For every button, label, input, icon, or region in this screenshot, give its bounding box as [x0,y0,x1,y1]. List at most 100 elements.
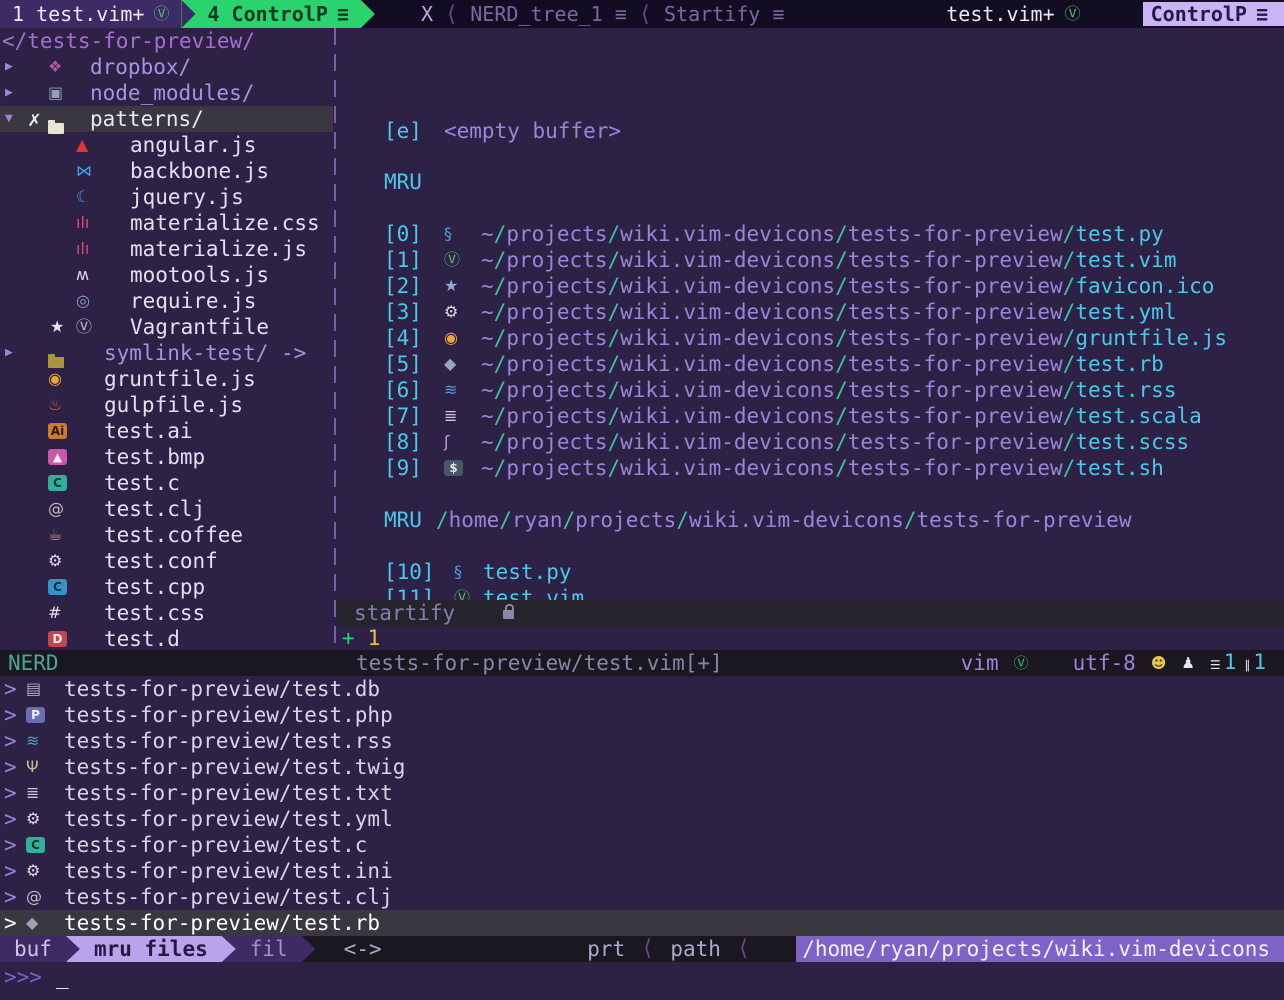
tree-item[interactable]: ☾jquery.js [0,184,333,210]
segment-label: mru files [94,937,208,961]
entry-key: [0] [384,221,422,247]
ruby-icon: ◆ [26,910,38,936]
vim-screen: 1 test.vim+ Ⓥ 4 ControlP ≡ X ⟨ NERD_tree… [0,0,1284,1000]
statusline-filename: tests-for-preview/test.vim[+] [356,650,723,676]
close-icon[interactable]: X [421,2,433,26]
path-segment: ~ [481,404,494,428]
ctrlp-item[interactable]: >⚙tests-for-preview/test.ini [0,858,1284,884]
startify-mru-entry[interactable]: [1]Ⓥ~/projects/wiki.vim-devicons/tests-f… [340,247,1284,273]
ctrlp-item[interactable]: >Ψtests-for-preview/test.twig [0,754,1284,780]
entry-key: [7] [384,403,422,429]
tree-item[interactable]: ▶symlink-test/ -> [0,340,333,366]
tree-item[interactable]: ılımaterialize.js [0,236,333,262]
tree-item[interactable]: @test.clj [0,496,333,522]
path-segment: ~ [481,248,494,272]
row-marker: > [4,780,17,806]
startify-mru-entry[interactable]: [8]ʃ~/projects/wiki.vim-devicons/tests-f… [340,429,1284,455]
prompt-chevrons: >>> [4,965,42,989]
position-value: 1 [1253,650,1266,674]
file-path: ~/projects/wiki.vim-devicons/tests-for-p… [481,247,1176,273]
startify-mru-entry[interactable]: [10]§test.py [340,559,1284,585]
startify-mru-entry[interactable]: [11]Ⓥtest.vim [340,585,1284,600]
angular-icon: ▲ [76,132,88,158]
path-segment: tests-for-preview [848,222,1063,246]
startify-mru-entry[interactable]: [2]★~/projects/wiki.vim-devicons/tests-f… [340,273,1284,299]
startify-mru-entry[interactable]: [9]$~/projects/wiki.vim-devicons/tests-f… [340,455,1284,481]
mode-mru-files[interactable]: mru files [80,936,222,962]
path-separator: / [676,508,689,532]
tab-controlp-right[interactable]: ControlP ≡ [1143,2,1284,26]
ctrlp-item[interactable]: >≋tests-for-preview/test.rss [0,728,1284,754]
tree-item[interactable]: Ctest.c [0,470,333,496]
ctrlp-item[interactable]: >Ctests-for-preview/test.c [0,832,1284,858]
path-segment: projects [506,404,607,428]
window-item-startify[interactable]: Startify [664,2,760,26]
startify-mru-entry[interactable]: [7]≣~/projects/wiki.vim-devicons/tests-f… [340,403,1284,429]
tree-item[interactable]: Dtest.d [0,626,333,650]
window-item-nerdtree[interactable]: NERD_tree_1 [470,2,602,26]
startify-mru-entry[interactable]: [5]◆~/projects/wiki.vim-devicons/tests-f… [340,351,1284,377]
ctrlp-item[interactable]: >≣tests-for-preview/test.txt [0,780,1284,806]
backbone-icon: ⋈ [76,158,92,184]
tab-controlp-active[interactable]: 4 ControlP ≡ [195,0,360,28]
materialize-icon: ılı [76,236,89,262]
mode-buf[interactable]: buf [0,936,66,962]
tree-item[interactable]: ▲angular.js [0,132,333,158]
tree-item[interactable]: Aitest.ai [0,418,333,444]
file-name: test.scala [1075,404,1201,428]
file-path: ~/projects/wiki.vim-devicons/tests-for-p… [481,273,1214,299]
startify-empty-buffer-entry[interactable]: [e]<empty buffer> [340,118,1284,144]
tab-test-vim[interactable]: 1 test.vim+ Ⓥ [0,0,181,28]
tree-item[interactable]: ☕test.coffee [0,522,333,548]
tree-item[interactable]: ★ⓋVagrantfile [0,314,333,340]
rss-icon: ≋ [26,728,39,754]
tree-item[interactable]: Ctest.cpp [0,574,333,600]
tree-root-path[interactable]: </tests-for-preview/ [0,28,333,54]
separator-icon: ⟨ [639,2,652,27]
powerline-arrow [361,0,375,28]
tree-item[interactable]: ılımaterialize.css [0,210,333,236]
startify-mru-entry[interactable]: [3]⚙~/projects/wiki.vim-devicons/tests-f… [340,299,1284,325]
tree-item[interactable]: ◉gruntfile.js [0,366,333,392]
file-name: test.sh [1075,456,1164,480]
path-segment: tests-for-preview [848,326,1063,350]
tree-item-label: mootools.js [130,262,269,288]
grunt-icon: ◉ [48,366,62,392]
tree-item[interactable]: ⚙test.conf [0,548,333,574]
file-name: test.vim [483,585,584,600]
separator-icon: ⟨ [445,2,458,27]
startify-mru-entry[interactable]: [0]§~/projects/wiki.vim-devicons/tests-f… [340,221,1284,247]
path-segment: ryan [512,508,563,532]
current-buffer-label[interactable]: test.vim+ [946,2,1054,26]
startify-mru-entry[interactable]: [4]◉~/projects/wiki.vim-devicons/tests-f… [340,325,1284,351]
path-segment: projects [506,222,607,246]
path-separator: / [562,508,575,532]
tree-item[interactable]: ▶❖dropbox/ [0,54,333,80]
ctrlp-item[interactable]: >◆tests-for-preview/test.rb [0,910,1284,936]
path-segment: wiki.vim-devicons [620,352,835,376]
tree-item[interactable]: ♨gulpfile.js [0,392,333,418]
tree-item[interactable]: ⋈backbone.js [0,158,333,184]
tree-item[interactable]: #test.css [0,600,333,626]
startify-mru-entry[interactable]: [6]≋~/projects/wiki.vim-devicons/tests-f… [340,377,1284,403]
mode-fil[interactable]: fil [236,936,302,962]
ctrlp-prompt[interactable]: >>>_ [0,962,1284,1000]
tree-item[interactable]: ▶▣node_modules/ [0,80,333,106]
ctrlp-item[interactable]: >▤tests-for-preview/test.db [0,676,1284,702]
ctrlp-item[interactable]: >@tests-for-preview/test.clj [0,884,1284,910]
tree-item[interactable]: ▼✗patterns/ [0,106,333,132]
tree-item[interactable]: ʍmootools.js [0,262,333,288]
ctrlp-item[interactable]: >⚙tests-for-preview/test.yml [0,806,1284,832]
tree-item[interactable]: ▲test.bmp [0,444,333,470]
path-separator: / [1063,404,1076,428]
window-separator[interactable] [334,28,336,650]
vim-icon: Ⓥ [1014,650,1029,676]
row-marker: > [4,702,17,728]
row-marker: > [4,832,17,858]
session-number: 1 [368,626,381,650]
path-segment: projects [506,456,607,480]
path-separator: / [835,352,848,376]
ctrlp-item[interactable]: >Ptests-for-preview/test.php [0,702,1284,728]
tree-item[interactable]: ◎require.js [0,288,333,314]
file-path-label: tests-for-preview/test.twig [64,754,405,780]
